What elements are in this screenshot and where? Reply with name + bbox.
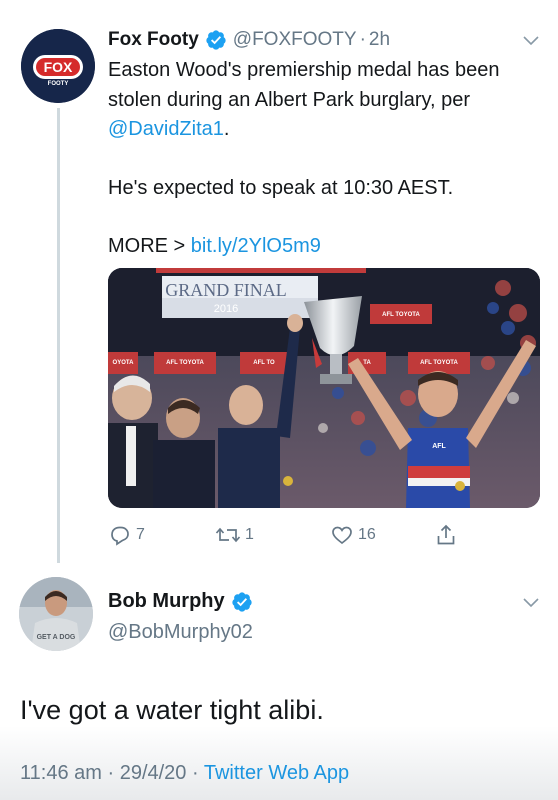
- separator-dot: ·: [359, 29, 366, 50]
- more-label: MORE >: [108, 235, 191, 257]
- sponsor-board: AFL TOYOTA: [166, 360, 204, 366]
- heart-icon: [332, 526, 352, 545]
- mention-link[interactable]: @DavidZita1: [108, 118, 224, 140]
- shortened-url-link[interactable]: bit.ly/2YlO5m9: [191, 235, 321, 257]
- reply-button[interactable]: 7: [108, 523, 145, 547]
- svg-text:FOX: FOX: [44, 59, 73, 75]
- verified-badge-icon: [206, 30, 226, 50]
- tweet-source-link[interactable]: Twitter Web App: [204, 762, 349, 784]
- reply-icon: [111, 526, 129, 546]
- share-button[interactable]: [434, 523, 458, 547]
- like-count: 16: [358, 526, 376, 543]
- tweet-header: Bob Murphy: [108, 590, 259, 613]
- author-name[interactable]: Bob Murphy: [108, 590, 225, 613]
- thread-connector-line: [57, 108, 60, 563]
- author-handle[interactable]: @FOXFOOTY: [233, 26, 357, 54]
- tweet-time[interactable]: 11:46 am: [20, 762, 102, 784]
- tweet-media-image[interactable]: GRAND FINAL 2016 AFL TOYOTA OYOTA AFL TO…: [108, 268, 540, 508]
- retweet-icon: [215, 527, 241, 543]
- tweet-text-paragraph-1: Easton Wood's premiership medal has been…: [108, 56, 548, 145]
- separator-dot: ·: [192, 762, 199, 784]
- author-name[interactable]: Fox Footy: [108, 26, 199, 54]
- grand-final-photo: GRAND FINAL 2016 AFL TOYOTA OYOTA AFL TO…: [108, 268, 540, 508]
- separator-dot: ·: [107, 762, 115, 784]
- sponsor-board: TA: [363, 360, 371, 366]
- shirt-print: GET A DOG: [37, 634, 76, 641]
- banner-title: GRAND FINAL: [165, 280, 287, 300]
- reply-count: 7: [136, 526, 145, 543]
- profile-photo: GET A DOG: [19, 577, 93, 651]
- tweet-text: I've got a water tight alibi.: [20, 695, 324, 725]
- tweet-header: Fox Footy @FOXFOOTY · 2h: [108, 26, 390, 54]
- fox-footy-avatar[interactable]: FOX FOOTY: [21, 29, 95, 103]
- svg-text:FOOTY: FOOTY: [48, 81, 69, 87]
- tweet-actions-bar: 7 1 16: [108, 523, 488, 551]
- tweet-text-paragraph-2: He's expected to speak at 10:30 AEST.: [108, 176, 454, 199]
- tweet-text-part: .: [223, 118, 230, 140]
- chevron-down-icon[interactable]: [522, 596, 540, 608]
- fox-footy-logo-icon: FOX FOOTY: [21, 29, 95, 103]
- tweet-date[interactable]: 29/4/20: [120, 762, 187, 784]
- tweet-time[interactable]: 2h: [369, 26, 390, 54]
- like-button[interactable]: 16: [330, 523, 376, 547]
- tweet-text-part: Easton Wood's premiership medal has been…: [108, 59, 500, 111]
- retweet-count: 1: [245, 526, 254, 543]
- tweet-metadata: 11:46 am · 29/4/20 · Twitter Web App: [20, 762, 349, 785]
- sponsor-board: AFL TOYOTA: [382, 312, 420, 318]
- chevron-down-icon[interactable]: [522, 34, 540, 46]
- banner-year: 2016: [214, 303, 238, 315]
- share-icon: [437, 524, 455, 545]
- sponsor-board: OYOTA: [113, 360, 135, 366]
- tweet-text-paragraph-3: MORE > bit.ly/2YlO5m9: [108, 232, 548, 262]
- bob-murphy-avatar[interactable]: GET A DOG: [19, 577, 93, 651]
- sponsor-board: AFL TOYOTA: [420, 360, 458, 366]
- verified-badge-icon: [232, 591, 252, 612]
- jersey-logo: AFL: [432, 443, 446, 450]
- bob-murphy-tweet: GET A DOG Bob Murphy @BobMurphy02 I've g…: [0, 572, 558, 800]
- retweet-button[interactable]: 1: [215, 523, 254, 547]
- tweet-text: Easton Wood's premiership medal has been…: [108, 56, 548, 262]
- fox-footy-tweet: FOX FOOTY Fox Footy @FOXFOOTY · 2h Easto…: [0, 0, 558, 572]
- author-handle[interactable]: @BobMurphy02: [108, 621, 253, 644]
- sponsor-board: AFL TO: [253, 360, 275, 366]
